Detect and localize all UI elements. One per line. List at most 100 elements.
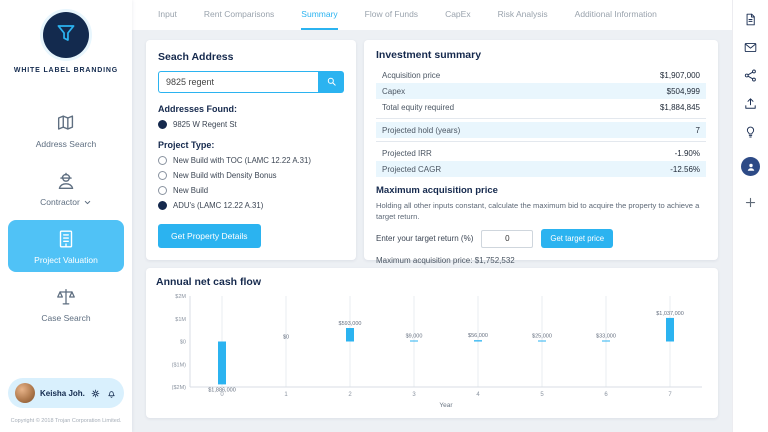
bar-year-7[interactable] bbox=[666, 317, 674, 342]
main-area: Input Rent Comparisons Summary Flow of Fund… bbox=[132, 0, 732, 432]
target-return-input[interactable] bbox=[481, 229, 534, 248]
tab-rent-comparisons[interactable]: Rent Comparisons bbox=[204, 9, 274, 30]
document-icon[interactable] bbox=[743, 12, 758, 27]
bar-value-label: $9,000 bbox=[406, 334, 423, 340]
sidebar-item-case-search[interactable]: Case Search bbox=[8, 278, 124, 330]
project-type-label: Project Type: bbox=[158, 140, 215, 150]
content-area: Seach Address Addresses Found: 9825 W Re… bbox=[132, 30, 732, 432]
summary-row-projected-cagr: Projected CAGR -12.56% bbox=[376, 161, 706, 177]
get-target-price-button[interactable]: Get target price bbox=[541, 229, 614, 248]
project-type-option-adu-s-lamc-12-22-a-31[interactable]: ADU's (LAMC 12.22 A.31) bbox=[158, 201, 344, 210]
bar-year-4[interactable] bbox=[474, 340, 482, 342]
radio-button[interactable] bbox=[158, 171, 167, 180]
x-tick-label: 6 bbox=[604, 392, 608, 398]
copyright-text: Copyright © 2018 Trojan Corporation Limi… bbox=[10, 418, 122, 424]
y-tick-label: $1M bbox=[175, 317, 186, 323]
y-tick-label: ($1M) bbox=[172, 362, 187, 368]
summary-row-capex: Capex $504,999 bbox=[376, 83, 706, 99]
search-button[interactable] bbox=[318, 71, 344, 93]
radio-button[interactable] bbox=[158, 186, 167, 195]
project-type-option-new-build-with-toc-lamc-12-22-a-31[interactable]: New Build with TOC (LAMC 12.22 A.31) bbox=[158, 156, 344, 165]
tab-flow-of-funds[interactable]: Flow of Funds bbox=[365, 9, 418, 30]
radio-button[interactable] bbox=[158, 156, 167, 165]
search-icon bbox=[326, 75, 337, 90]
building-valuation-icon bbox=[55, 228, 77, 250]
y-tick-label: $0 bbox=[180, 340, 186, 346]
x-tick-label: 2 bbox=[348, 392, 352, 398]
summary-row-label: Projected IRR bbox=[382, 148, 432, 158]
target-return-label: Enter your target return (%) bbox=[376, 234, 474, 243]
case-search-icon bbox=[55, 286, 77, 308]
investment-summary-table: Acquisition price $1,907,000 Capex $504,999… bbox=[376, 67, 706, 177]
tab-risk-analysis[interactable]: Risk Analysis bbox=[498, 9, 548, 30]
search-card-title: Seach Address bbox=[158, 51, 234, 63]
sidebar-item-label: Address Search bbox=[35, 139, 97, 149]
lightbulb-icon[interactable] bbox=[743, 124, 758, 139]
bar-value-label: $593,000 bbox=[339, 321, 362, 327]
max-acquisition-description: Holding all other inputs constant, calcu… bbox=[376, 201, 700, 221]
brand-name: WHITE LABEL BRANDING bbox=[13, 67, 119, 74]
project-type-option-new-build-with-density-bonus[interactable]: New Build with Density Bonus bbox=[158, 171, 344, 180]
bar-year-0[interactable] bbox=[218, 341, 226, 385]
summary-row-value: -1.90% bbox=[674, 148, 700, 158]
chevron-down-icon bbox=[83, 198, 92, 207]
cash-flow-chart: $2M $1M $0 ($1M) ($2M) $1,886,000 0 $0 1 $593,000… bbox=[156, 291, 708, 415]
investment-summary-card: Investment summary Acquisition price $1,9… bbox=[364, 40, 718, 265]
get-property-details-button[interactable]: Get Property Details bbox=[158, 224, 261, 248]
target-return-row: Enter your target return (%) Get target … bbox=[376, 229, 706, 248]
user-avatar[interactable] bbox=[741, 157, 760, 176]
radio-button[interactable] bbox=[158, 201, 167, 210]
tab-bar: Input Rent Comparisons Summary Flow of Fund… bbox=[132, 0, 732, 30]
summary-row-acquisition-price: Acquisition price $1,907,000 bbox=[376, 67, 706, 83]
tab-input[interactable]: Input bbox=[158, 9, 177, 30]
mail-icon[interactable] bbox=[743, 40, 758, 55]
summary-row-total-equity-required: Total equity required $1,884,845 bbox=[376, 99, 706, 115]
cash-flow-chart-svg: $2M$1M$0($1M)($2M) $1,886,0000$01$593,000… bbox=[172, 294, 702, 409]
bar-year-6[interactable] bbox=[602, 340, 610, 342]
summary-row-label: Capex bbox=[382, 86, 406, 96]
addresses-list: 9825 W Regent St bbox=[158, 120, 344, 129]
project-type-option-new-build[interactable]: New Build bbox=[158, 186, 344, 195]
funnel-logo-icon bbox=[53, 20, 79, 51]
bar-value-label: $0 bbox=[283, 335, 289, 341]
addresses-found-label: Addresses Found: bbox=[158, 104, 238, 114]
gear-icon[interactable] bbox=[90, 388, 101, 399]
tab-additional-information[interactable]: Additional Information bbox=[575, 9, 657, 30]
x-tick-label: 4 bbox=[476, 392, 480, 398]
y-tick-label: $2M bbox=[175, 294, 186, 300]
user-avatar bbox=[15, 383, 35, 403]
user-pill[interactable]: Keisha Joh. bbox=[8, 378, 124, 408]
upload-icon[interactable] bbox=[743, 96, 758, 111]
sidebar-item-contractor[interactable]: Contractor bbox=[8, 162, 124, 214]
x-axis-title: Year bbox=[439, 402, 453, 409]
radio-button[interactable] bbox=[158, 120, 167, 129]
option-label: ADU's (LAMC 12.22 A.31) bbox=[173, 201, 264, 210]
map-search-icon bbox=[55, 112, 77, 134]
bell-icon[interactable] bbox=[106, 388, 117, 399]
bar-year-5[interactable] bbox=[538, 340, 546, 342]
tab-capex[interactable]: CapEx bbox=[445, 9, 471, 30]
right-toolbar bbox=[732, 0, 768, 432]
sidebar-item-label: Case Search bbox=[41, 313, 91, 323]
max-acquisition-title: Maximum acquisition price bbox=[376, 185, 498, 196]
summary-row-projected-irr: Projected IRR -1.90% bbox=[376, 145, 706, 161]
search-address-card: Seach Address Addresses Found: 9825 W Re… bbox=[146, 40, 356, 260]
share-icon[interactable] bbox=[743, 68, 758, 83]
option-label: New Build with Density Bonus bbox=[173, 171, 277, 180]
tab-summary[interactable]: Summary bbox=[301, 9, 338, 30]
address-option-9825-w-regent-st[interactable]: 9825 W Regent St bbox=[158, 120, 344, 129]
address-search-input[interactable] bbox=[158, 71, 318, 93]
project-type-list: New Build with TOC (LAMC 12.22 A.31) New … bbox=[158, 156, 344, 210]
summary-row-value: $504,999 bbox=[666, 86, 700, 96]
user-name: Keisha Joh. bbox=[40, 388, 85, 398]
sidebar-nav: Address Search Contractor Project Valuatio… bbox=[0, 104, 132, 330]
sidebar-item-address-search[interactable]: Address Search bbox=[8, 104, 124, 156]
summary-row-label: Projected CAGR bbox=[382, 164, 442, 174]
plus-icon[interactable] bbox=[743, 195, 758, 210]
contractor-icon bbox=[55, 170, 77, 192]
bar-year-3[interactable] bbox=[410, 340, 418, 342]
bar-year-2[interactable] bbox=[346, 328, 354, 342]
x-tick-label: 7 bbox=[668, 392, 672, 398]
sidebar-item-project-valuation[interactable]: Project Valuation bbox=[8, 220, 124, 272]
investment-summary-title: Investment summary bbox=[376, 49, 482, 61]
